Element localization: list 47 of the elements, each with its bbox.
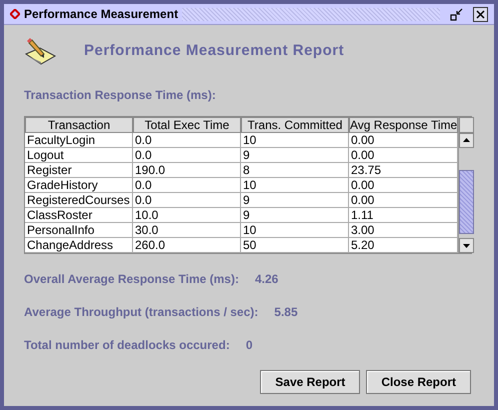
column-header[interactable]: Trans. Committed [241, 117, 349, 133]
table-cell: FacultyLogin [25, 133, 133, 148]
vertical-scrollbar[interactable] [459, 133, 474, 253]
table-cell: 30.0 [133, 223, 241, 238]
table-cell: 9 [241, 193, 349, 208]
stat-label: Overall Average Response Time (ms): [24, 271, 239, 288]
report-heading: Performance Measurement Report [84, 40, 344, 61]
table-cell: 260.0 [133, 238, 241, 253]
table-cell: 0.0 [133, 133, 241, 148]
pencil-notepad-icon [24, 36, 58, 66]
close-icon[interactable] [473, 6, 488, 22]
report-button[interactable]: Close Report [366, 370, 471, 394]
minimize-icon[interactable] [450, 8, 463, 20]
app-icon [10, 9, 20, 19]
column-header[interactable]: Transaction [25, 117, 133, 133]
table-cell: 190.0 [133, 163, 241, 178]
table-cell: ChangeAddress [25, 238, 133, 253]
table-cell: 10 [241, 133, 349, 148]
table-cell: Register [25, 163, 133, 178]
scrollbar-thumb[interactable] [459, 170, 474, 234]
stat-label: Total number of deadlocks occured: [24, 337, 230, 354]
table-cell: ClassRoster [25, 208, 133, 223]
table-cell: PersonalInfo [25, 223, 133, 238]
table-cell: 10.0 [133, 208, 241, 223]
table-cell: Logout [25, 148, 133, 163]
stat-value: 4.26 [254, 271, 278, 288]
table-cell: 50 [241, 238, 349, 253]
section-label: Transaction Response Time (ms): [24, 87, 217, 104]
stat-value: 0 [246, 337, 252, 354]
column-header[interactable]: Total Exec Time [133, 117, 241, 133]
table-cell: 0.0 [133, 178, 241, 193]
stat-label: Average Throughput (transactions / sec): [24, 304, 258, 321]
stat-value: 5.85 [274, 304, 298, 321]
table-cell: 9 [241, 148, 349, 163]
table-cell: RegisteredCourses [25, 193, 133, 208]
table-cell: 10 [241, 223, 349, 238]
table-cell: 9 [241, 208, 349, 223]
report-button[interactable]: Save Report [260, 370, 360, 394]
table-cell: GradeHistory [25, 178, 133, 193]
scroll-down-icon[interactable] [459, 238, 474, 253]
table-cell: 0.0 [133, 148, 241, 163]
table-cell: 8 [241, 163, 349, 178]
scroll-up-icon[interactable] [459, 133, 474, 148]
window-title: Performance Measurement [24, 6, 178, 23]
column-header[interactable]: Avg Response Time [349, 117, 458, 133]
table-cell: 10 [241, 178, 349, 193]
table-cell: 0.0 [133, 193, 241, 208]
